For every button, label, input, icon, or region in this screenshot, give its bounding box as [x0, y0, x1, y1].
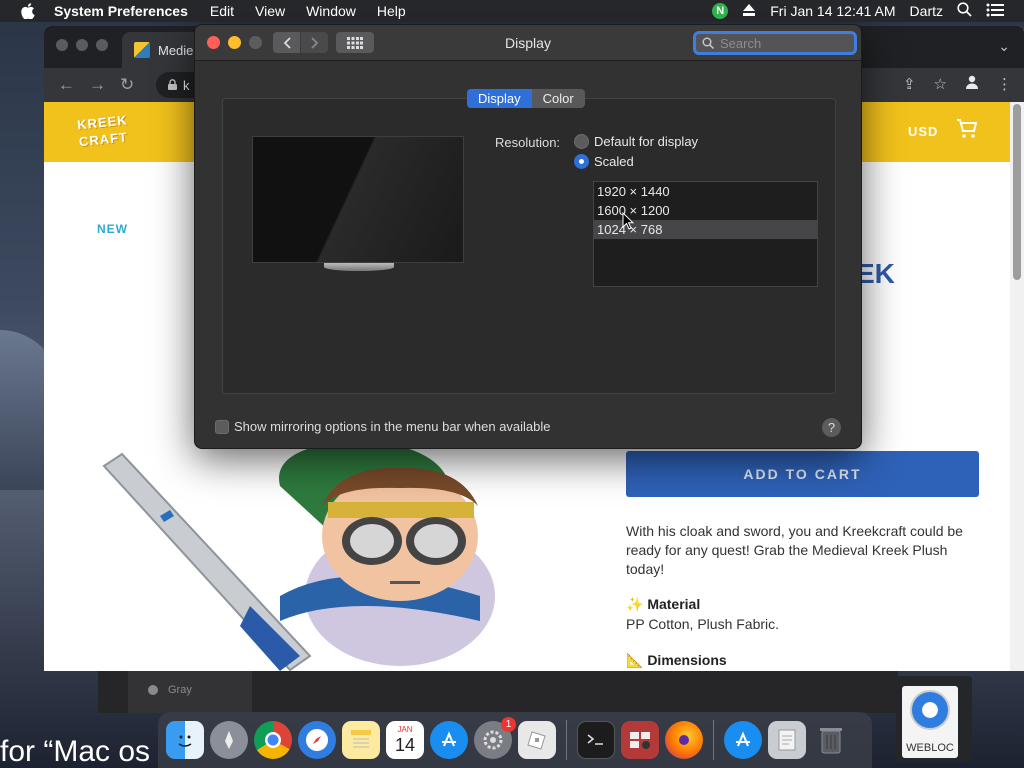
mouse-pointer-icon [622, 212, 634, 230]
terminal-icon[interactable] [577, 721, 615, 759]
radio-scaled-button[interactable] [574, 154, 589, 169]
product-plush-image [102, 446, 495, 671]
notification-center-icon[interactable] [986, 3, 1004, 20]
launchpad-icon[interactable] [210, 721, 248, 759]
tab-search-chevron-icon[interactable]: ⌄ [998, 38, 1010, 55]
trash-icon[interactable] [812, 721, 850, 759]
resolution-item-1920x1440[interactable]: 1920 × 1440 [594, 182, 817, 201]
webloc-file[interactable]: WEBLOC [896, 676, 972, 762]
dimensions-heading: 📐 Dimensions [626, 652, 727, 668]
site-favicon-icon [134, 42, 150, 58]
menu-edit[interactable]: Edit [210, 3, 234, 19]
webloc-label: WEBLOC [906, 742, 954, 754]
product-description: With his cloak and sword, you and Kreekc… [626, 523, 963, 577]
menu-user[interactable]: Dartz [910, 3, 943, 19]
menu-window[interactable]: Window [306, 3, 356, 19]
bookmark-star-icon[interactable]: ☆ [934, 75, 947, 93]
safari-icon[interactable] [298, 721, 336, 759]
eject-icon[interactable] [742, 3, 756, 19]
cart-icon[interactable] [956, 118, 978, 140]
address-bar-text: k [183, 77, 190, 93]
tab-color[interactable]: Color [532, 89, 585, 108]
spotlight-search-icon[interactable] [957, 2, 972, 20]
color-swatch-icon [148, 685, 158, 695]
currency-selector[interactable]: USD [908, 124, 938, 139]
dock: JAN 14 1 [158, 712, 872, 768]
calendar-day: 14 [394, 735, 416, 755]
webloc-compass-icon [910, 690, 950, 730]
radio-default-label: Default for display [594, 134, 699, 149]
browser-minimize-button[interactable] [76, 39, 88, 51]
profile-icon[interactable] [965, 75, 979, 93]
calendar-icon[interactable]: JAN 14 [386, 721, 424, 759]
browser-tab-title: Medie [158, 42, 194, 58]
menu-bar-extras: N Fri Jan 14 12:41 AM Dartz [712, 2, 1004, 20]
video-caption-text: for “Mac os [0, 735, 151, 768]
system-preferences-dock-icon[interactable]: 1 [474, 717, 516, 759]
display-color-tabs: Display Color [467, 89, 585, 108]
browser-close-button[interactable] [56, 39, 68, 51]
new-badge: NEW [97, 222, 128, 236]
apple-menu-icon[interactable] [20, 3, 36, 19]
reload-icon[interactable]: ↻ [120, 75, 134, 95]
back-arrow-icon[interactable]: ← [58, 75, 75, 95]
browser-menu-icon[interactable]: ⋮ [997, 75, 1012, 93]
chrome-icon[interactable] [254, 721, 292, 759]
tab-display[interactable]: Display [467, 89, 532, 108]
menu-clock[interactable]: Fri Jan 14 12:41 AM [770, 3, 895, 19]
mirroring-checkbox[interactable] [215, 419, 229, 434]
menu-help[interactable]: Help [377, 3, 406, 19]
app-store-download-icon[interactable] [724, 721, 762, 759]
forward-arrow-icon[interactable]: → [89, 75, 106, 95]
display-preferences-window: Display Resolution: Default for display … [194, 24, 862, 449]
mirroring-option[interactable]: Show mirroring options in the menu bar w… [215, 419, 551, 434]
photo-booth-icon[interactable] [621, 721, 659, 759]
status-n-icon[interactable]: N [712, 3, 729, 19]
radio-scaled[interactable]: Scaled [574, 154, 634, 169]
downloads-stack-icon[interactable] [768, 721, 806, 759]
roblox-icon[interactable] [518, 721, 556, 759]
monitor-stand [324, 263, 394, 271]
page-scrollbar[interactable] [1010, 102, 1024, 671]
browser-zoom-button[interactable] [96, 39, 108, 51]
menu-bar: System Preferences Edit View Window Help… [0, 0, 1024, 22]
add-to-cart-button[interactable]: ADD TO CART [626, 451, 979, 497]
material-value: PP Cotton, Plush Fabric. [626, 616, 780, 632]
dock-separator [566, 720, 567, 760]
menu-view[interactable]: View [255, 3, 285, 19]
notes-icon[interactable] [342, 721, 380, 759]
calendar-month: JAN [397, 725, 413, 734]
menu-app-name[interactable]: System Preferences [54, 3, 188, 19]
radio-scaled-label: Scaled [594, 154, 634, 169]
radio-default-button[interactable] [574, 134, 589, 149]
background-app-window: Gray [98, 671, 898, 713]
share-icon[interactable]: ⇪ [903, 75, 916, 93]
material-heading: ✨ Material [626, 596, 701, 612]
scrollbar-thumb[interactable] [1013, 104, 1021, 280]
monitor-preview-image [252, 136, 464, 263]
prefs-search-input[interactable] [720, 35, 830, 51]
help-button[interactable]: ? [822, 418, 841, 437]
background-app-label: Gray [168, 684, 192, 696]
firefox-icon[interactable] [665, 721, 703, 759]
display-settings-panel: Resolution: Default for display Scaled 1… [222, 98, 836, 394]
app-store-icon[interactable] [430, 721, 468, 759]
update-badge: 1 [501, 717, 516, 732]
dock-separator-2 [713, 720, 714, 760]
lock-icon [168, 78, 177, 93]
prefs-search-field[interactable] [693, 31, 857, 55]
mirroring-label: Show mirroring options in the menu bar w… [234, 419, 551, 434]
browser-window-controls [56, 39, 108, 51]
radio-default-for-display[interactable]: Default for display [574, 134, 698, 149]
prefs-title-bar[interactable]: Display [195, 25, 861, 61]
finder-icon[interactable] [166, 721, 204, 759]
resolution-list[interactable]: 1920 × 1440 1600 × 1200 1024 × 768 [593, 181, 818, 287]
site-logo[interactable]: KREEK CRAFT [76, 112, 128, 151]
search-icon [702, 37, 714, 49]
resolution-label: Resolution: [495, 135, 561, 150]
